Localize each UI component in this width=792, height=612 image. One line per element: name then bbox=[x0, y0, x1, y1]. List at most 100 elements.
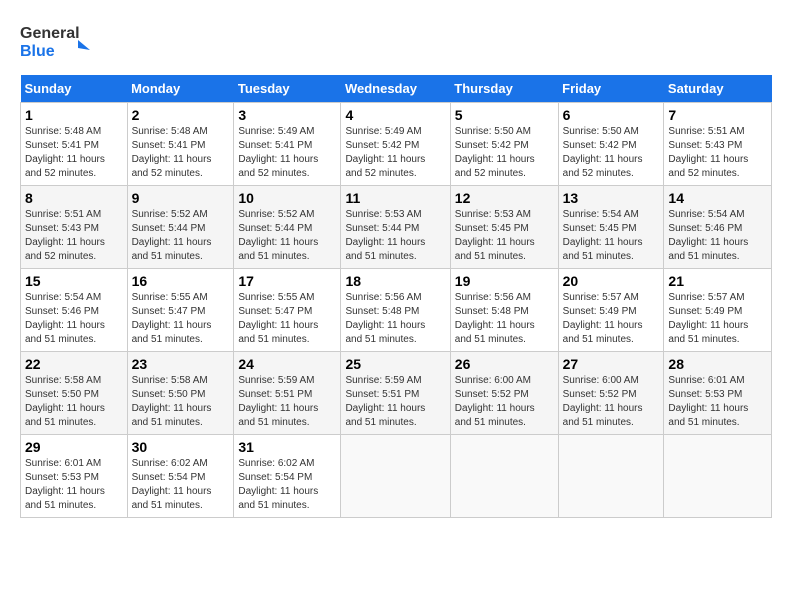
day-number: 27 bbox=[563, 356, 660, 372]
day-number: 5 bbox=[455, 107, 554, 123]
calendar-week-row: 8Sunrise: 5:51 AM Sunset: 5:43 PM Daylig… bbox=[21, 186, 772, 269]
day-number: 13 bbox=[563, 190, 660, 206]
calendar-cell: 6 Sunrise: 5:50 AM Sunset: 5:42 PM Daylig… bbox=[558, 103, 664, 186]
calendar-cell: 29 Sunrise: 6:01 AM Sunset: 5:53 PM Dayli… bbox=[21, 435, 128, 518]
day-number: 4 bbox=[345, 107, 445, 123]
day-info: Sunrise: 5:54 AM Sunset: 5:46 PM Dayligh… bbox=[668, 208, 767, 264]
day-info: Sunrise: 5:48 AM Sunset: 5:41 PM Dayligh… bbox=[132, 125, 230, 181]
calendar-week-row: 22 Sunrise: 5:58 AM Sunset: 5:50 PM Dayli… bbox=[21, 352, 772, 435]
day-info: Sunrise: 5:59 AM Sunset: 5:51 PM Dayligh… bbox=[238, 374, 336, 430]
day-info: Sunrise: 6:02 AM Sunset: 5:54 PM Dayligh… bbox=[238, 457, 336, 513]
logo: GeneralBlue bbox=[20, 20, 100, 65]
calendar-cell: 9 Sunrise: 5:52 AM Sunset: 5:44 PM Daylig… bbox=[127, 186, 234, 269]
calendar-cell: 4 Sunrise: 5:49 AM Sunset: 5:42 PM Daylig… bbox=[341, 103, 450, 186]
day-number: 14 bbox=[668, 190, 767, 206]
weekday-header-row: SundayMondayTuesdayWednesdayThursdayFrid… bbox=[21, 75, 772, 103]
day-number: 26 bbox=[455, 356, 554, 372]
day-info: Sunrise: 5:52 AM Sunset: 5:44 PM Dayligh… bbox=[132, 208, 230, 264]
day-number: 29 bbox=[25, 439, 123, 455]
day-info: Sunrise: 5:54 AM Sunset: 5:46 PM Dayligh… bbox=[25, 291, 123, 347]
day-number: 10 bbox=[238, 190, 336, 206]
day-info: Sunrise: 5:53 AM Sunset: 5:45 PM Dayligh… bbox=[455, 208, 554, 264]
calendar-cell bbox=[664, 435, 772, 518]
calendar-cell: 14 Sunrise: 5:54 AM Sunset: 5:46 PM Dayli… bbox=[664, 186, 772, 269]
calendar-cell bbox=[558, 435, 664, 518]
day-number: 7 bbox=[668, 107, 767, 123]
weekday-header-sunday: Sunday bbox=[21, 75, 128, 103]
calendar-cell: 21 Sunrise: 5:57 AM Sunset: 5:49 PM Dayli… bbox=[664, 269, 772, 352]
weekday-header-monday: Monday bbox=[127, 75, 234, 103]
calendar-cell: 30 Sunrise: 6:02 AM Sunset: 5:54 PM Dayli… bbox=[127, 435, 234, 518]
day-number: 18 bbox=[345, 273, 445, 289]
day-info: Sunrise: 5:55 AM Sunset: 5:47 PM Dayligh… bbox=[132, 291, 230, 347]
day-info: Sunrise: 5:50 AM Sunset: 5:42 PM Dayligh… bbox=[563, 125, 660, 181]
day-number: 21 bbox=[668, 273, 767, 289]
calendar-cell bbox=[450, 435, 558, 518]
calendar-cell: 18Sunrise: 5:56 AM Sunset: 5:48 PM Dayli… bbox=[341, 269, 450, 352]
calendar-cell: 31 Sunrise: 6:02 AM Sunset: 5:54 PM Dayli… bbox=[234, 435, 341, 518]
calendar-cell: 3Sunrise: 5:49 AM Sunset: 5:41 PM Daylig… bbox=[234, 103, 341, 186]
calendar-cell: 15 Sunrise: 5:54 AM Sunset: 5:46 PM Dayli… bbox=[21, 269, 128, 352]
weekday-header-saturday: Saturday bbox=[664, 75, 772, 103]
calendar-week-row: 29 Sunrise: 6:01 AM Sunset: 5:53 PM Dayli… bbox=[21, 435, 772, 518]
calendar-cell: 13 Sunrise: 5:54 AM Sunset: 5:45 PM Dayli… bbox=[558, 186, 664, 269]
day-info: Sunrise: 5:48 AM Sunset: 5:41 PM Dayligh… bbox=[25, 125, 123, 181]
day-number: 16 bbox=[132, 273, 230, 289]
calendar-cell: 23 Sunrise: 5:58 AM Sunset: 5:50 PM Dayli… bbox=[127, 352, 234, 435]
day-number: 30 bbox=[132, 439, 230, 455]
calendar-cell: 20 Sunrise: 5:57 AM Sunset: 5:49 PM Dayli… bbox=[558, 269, 664, 352]
day-info: Sunrise: 6:00 AM Sunset: 5:52 PM Dayligh… bbox=[455, 374, 554, 430]
calendar-cell: 1Sunrise: 5:48 AM Sunset: 5:41 PM Daylig… bbox=[21, 103, 128, 186]
day-info: Sunrise: 5:54 AM Sunset: 5:45 PM Dayligh… bbox=[563, 208, 660, 264]
day-number: 22 bbox=[25, 356, 123, 372]
day-info: Sunrise: 5:59 AM Sunset: 5:51 PM Dayligh… bbox=[345, 374, 445, 430]
day-info: Sunrise: 5:56 AM Sunset: 5:48 PM Dayligh… bbox=[455, 291, 554, 347]
calendar-cell: 27 Sunrise: 6:00 AM Sunset: 5:52 PM Dayli… bbox=[558, 352, 664, 435]
calendar-cell: 26 Sunrise: 6:00 AM Sunset: 5:52 PM Dayli… bbox=[450, 352, 558, 435]
weekday-header-tuesday: Tuesday bbox=[234, 75, 341, 103]
day-info: Sunrise: 6:02 AM Sunset: 5:54 PM Dayligh… bbox=[132, 457, 230, 513]
day-info: Sunrise: 5:49 AM Sunset: 5:41 PM Dayligh… bbox=[238, 125, 336, 181]
calendar-cell: 12Sunrise: 5:53 AM Sunset: 5:45 PM Dayli… bbox=[450, 186, 558, 269]
day-number: 28 bbox=[668, 356, 767, 372]
calendar-cell: 2 Sunrise: 5:48 AM Sunset: 5:41 PM Daylig… bbox=[127, 103, 234, 186]
day-info: Sunrise: 5:58 AM Sunset: 5:50 PM Dayligh… bbox=[25, 374, 123, 430]
calendar-cell: 22 Sunrise: 5:58 AM Sunset: 5:50 PM Dayli… bbox=[21, 352, 128, 435]
svg-text:General: General bbox=[20, 25, 80, 42]
day-number: 17 bbox=[238, 273, 336, 289]
calendar-cell: 8Sunrise: 5:51 AM Sunset: 5:43 PM Daylig… bbox=[21, 186, 128, 269]
day-info: Sunrise: 5:57 AM Sunset: 5:49 PM Dayligh… bbox=[668, 291, 767, 347]
day-number: 20 bbox=[563, 273, 660, 289]
logo-icon: GeneralBlue bbox=[20, 20, 100, 65]
svg-text:Blue: Blue bbox=[20, 43, 55, 60]
calendar-cell: 17 Sunrise: 5:55 AM Sunset: 5:47 PM Dayli… bbox=[234, 269, 341, 352]
day-number: 9 bbox=[132, 190, 230, 206]
weekday-header-thursday: Thursday bbox=[450, 75, 558, 103]
day-info: Sunrise: 5:55 AM Sunset: 5:47 PM Dayligh… bbox=[238, 291, 336, 347]
day-number: 31 bbox=[238, 439, 336, 455]
day-number: 15 bbox=[25, 273, 123, 289]
calendar-cell: 25Sunrise: 5:59 AM Sunset: 5:51 PM Dayli… bbox=[341, 352, 450, 435]
day-info: Sunrise: 5:57 AM Sunset: 5:49 PM Dayligh… bbox=[563, 291, 660, 347]
weekday-header-wednesday: Wednesday bbox=[341, 75, 450, 103]
header: GeneralBlue bbox=[20, 20, 772, 65]
day-info: Sunrise: 5:58 AM Sunset: 5:50 PM Dayligh… bbox=[132, 374, 230, 430]
day-info: Sunrise: 5:51 AM Sunset: 5:43 PM Dayligh… bbox=[668, 125, 767, 181]
day-info: Sunrise: 5:51 AM Sunset: 5:43 PM Dayligh… bbox=[25, 208, 123, 264]
calendar-week-row: 1Sunrise: 5:48 AM Sunset: 5:41 PM Daylig… bbox=[21, 103, 772, 186]
day-info: Sunrise: 5:49 AM Sunset: 5:42 PM Dayligh… bbox=[345, 125, 445, 181]
day-number: 11 bbox=[345, 190, 445, 206]
day-info: Sunrise: 6:01 AM Sunset: 5:53 PM Dayligh… bbox=[25, 457, 123, 513]
calendar-cell bbox=[341, 435, 450, 518]
day-info: Sunrise: 6:00 AM Sunset: 5:52 PM Dayligh… bbox=[563, 374, 660, 430]
day-number: 23 bbox=[132, 356, 230, 372]
calendar-cell: 5Sunrise: 5:50 AM Sunset: 5:42 PM Daylig… bbox=[450, 103, 558, 186]
day-number: 6 bbox=[563, 107, 660, 123]
day-number: 2 bbox=[132, 107, 230, 123]
calendar-cell: 10 Sunrise: 5:52 AM Sunset: 5:44 PM Dayli… bbox=[234, 186, 341, 269]
calendar-cell: 28Sunrise: 6:01 AM Sunset: 5:53 PM Dayli… bbox=[664, 352, 772, 435]
calendar-cell: 16 Sunrise: 5:55 AM Sunset: 5:47 PM Dayli… bbox=[127, 269, 234, 352]
calendar-week-row: 15 Sunrise: 5:54 AM Sunset: 5:46 PM Dayli… bbox=[21, 269, 772, 352]
day-info: Sunrise: 5:52 AM Sunset: 5:44 PM Dayligh… bbox=[238, 208, 336, 264]
calendar-table: SundayMondayTuesdayWednesdayThursdayFrid… bbox=[20, 75, 772, 518]
